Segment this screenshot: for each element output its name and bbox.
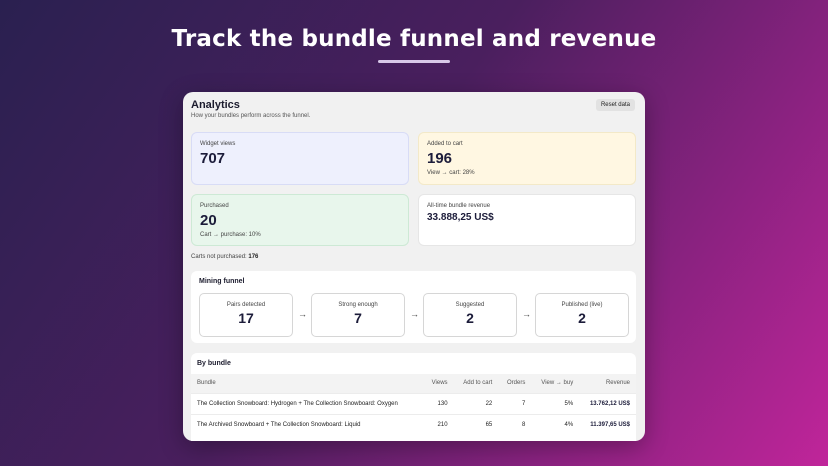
table-row: The Archived Snowboard + The Collection … — [191, 413, 636, 435]
purchased-value: 20 — [200, 212, 217, 229]
column-header-add-to-cart: Add to cart — [463, 380, 493, 387]
carts-not-purchased-value: 176 — [248, 254, 259, 260]
hero-underline — [378, 60, 450, 63]
widget-views-value: 707 — [200, 150, 226, 167]
views-cell: 210 — [423, 413, 454, 435]
add-to-cart-cell: 65 — [453, 413, 499, 435]
column-header-orders: Orders — [506, 380, 526, 387]
mining-funnel: Mining funnel Pairs detected 17 → Strong… — [191, 271, 636, 343]
purchased-card: Purchased 20 Cart → purchase: 10% — [191, 194, 409, 246]
orders-cell: 8 — [498, 413, 532, 435]
arrow-right-icon: → — [410, 309, 419, 319]
revenue-card: All-time bundle revenue 33.888,25 US$ — [418, 194, 636, 246]
revenue-cell: 11.397,65 US$ — [579, 413, 636, 435]
cart-to-purchase-rate: Cart → purchase: 10% — [200, 232, 261, 238]
purchased-label: Purchased — [200, 203, 229, 209]
widget-views-card: Widget views 707 — [191, 132, 409, 185]
funnel-step-label: Strong enough — [338, 302, 378, 308]
column-header-view-to-buy: View → buy — [541, 380, 574, 387]
funnel-step-published: Published (live) 2 — [535, 293, 629, 337]
column-header-revenue: Revenue — [605, 380, 630, 387]
funnel-step-value: 17 — [238, 310, 254, 326]
mining-funnel-title: Mining funnel — [199, 278, 245, 285]
funnel-step-suggested: Suggested 2 — [423, 293, 517, 337]
arrow-right-icon: → — [298, 309, 307, 319]
page-title: Analytics — [191, 99, 240, 111]
orders-cell: 7 — [498, 392, 532, 414]
hero-title: Track the bundle funnel and revenue — [171, 26, 657, 52]
added-to-cart-value: 196 — [427, 150, 453, 167]
widget-views-label: Widget views — [200, 141, 236, 147]
funnel-step-label: Published (live) — [561, 302, 603, 308]
bundle-name-cell: The Collection Snowboard: Hydrogen + The… — [191, 392, 424, 414]
bundle-name-cell: The Archived Snowboard + The Collection … — [191, 413, 424, 435]
carts-not-purchased-label: Carts not purchased: — [191, 254, 247, 260]
funnel-step-label: Pairs detected — [226, 302, 266, 308]
added-to-cart-card: Added to cart 196 View → cart: 28% — [418, 132, 636, 185]
add-to-cart-cell: 22 — [453, 392, 499, 414]
arrow-right-icon: → — [522, 309, 531, 319]
funnel-step-value: 2 — [466, 310, 474, 326]
revenue-label: All-time bundle revenue — [427, 203, 491, 209]
view-to-buy-cell: 4% — [531, 413, 580, 435]
by-bundle-table-card: By bundle Bundle Views Add to cart Order… — [191, 353, 636, 441]
table-row: The Collection Snowboard: Hydrogen + The… — [191, 392, 636, 414]
funnel-step-label: Suggested — [455, 302, 485, 308]
funnel-step-pairs-detected: Pairs detected 17 — [199, 293, 293, 337]
reset-data-button[interactable]: Reset data — [595, 99, 635, 111]
column-header-bundle: Bundle — [197, 380, 216, 387]
funnel-step-value: 2 — [578, 310, 586, 326]
added-to-cart-label: Added to cart — [427, 141, 463, 147]
revenue-value: 33.888,25 US$ — [427, 212, 494, 223]
table-header-row: Bundle Views Add to cart Orders View → b… — [191, 374, 636, 393]
column-header-views: Views — [431, 380, 448, 387]
view-to-cart-rate: View → cart: 28% — [427, 170, 475, 176]
analytics-panel: Analytics How your bundles perform acros… — [183, 92, 645, 441]
by-bundle-title: By bundle — [197, 360, 231, 367]
bundle-table: Bundle Views Add to cart Orders View → b… — [191, 374, 636, 435]
funnel-step-strong-enough: Strong enough 7 — [311, 293, 405, 337]
revenue-cell: 13.762,12 US$ — [579, 392, 636, 414]
view-to-buy-cell: 5% — [531, 392, 580, 414]
carts-not-purchased: Carts not purchased: 176 — [191, 254, 258, 260]
funnel-step-value: 7 — [354, 310, 362, 326]
page-subtitle: How your bundles perform across the funn… — [191, 113, 311, 119]
views-cell: 130 — [423, 392, 454, 414]
